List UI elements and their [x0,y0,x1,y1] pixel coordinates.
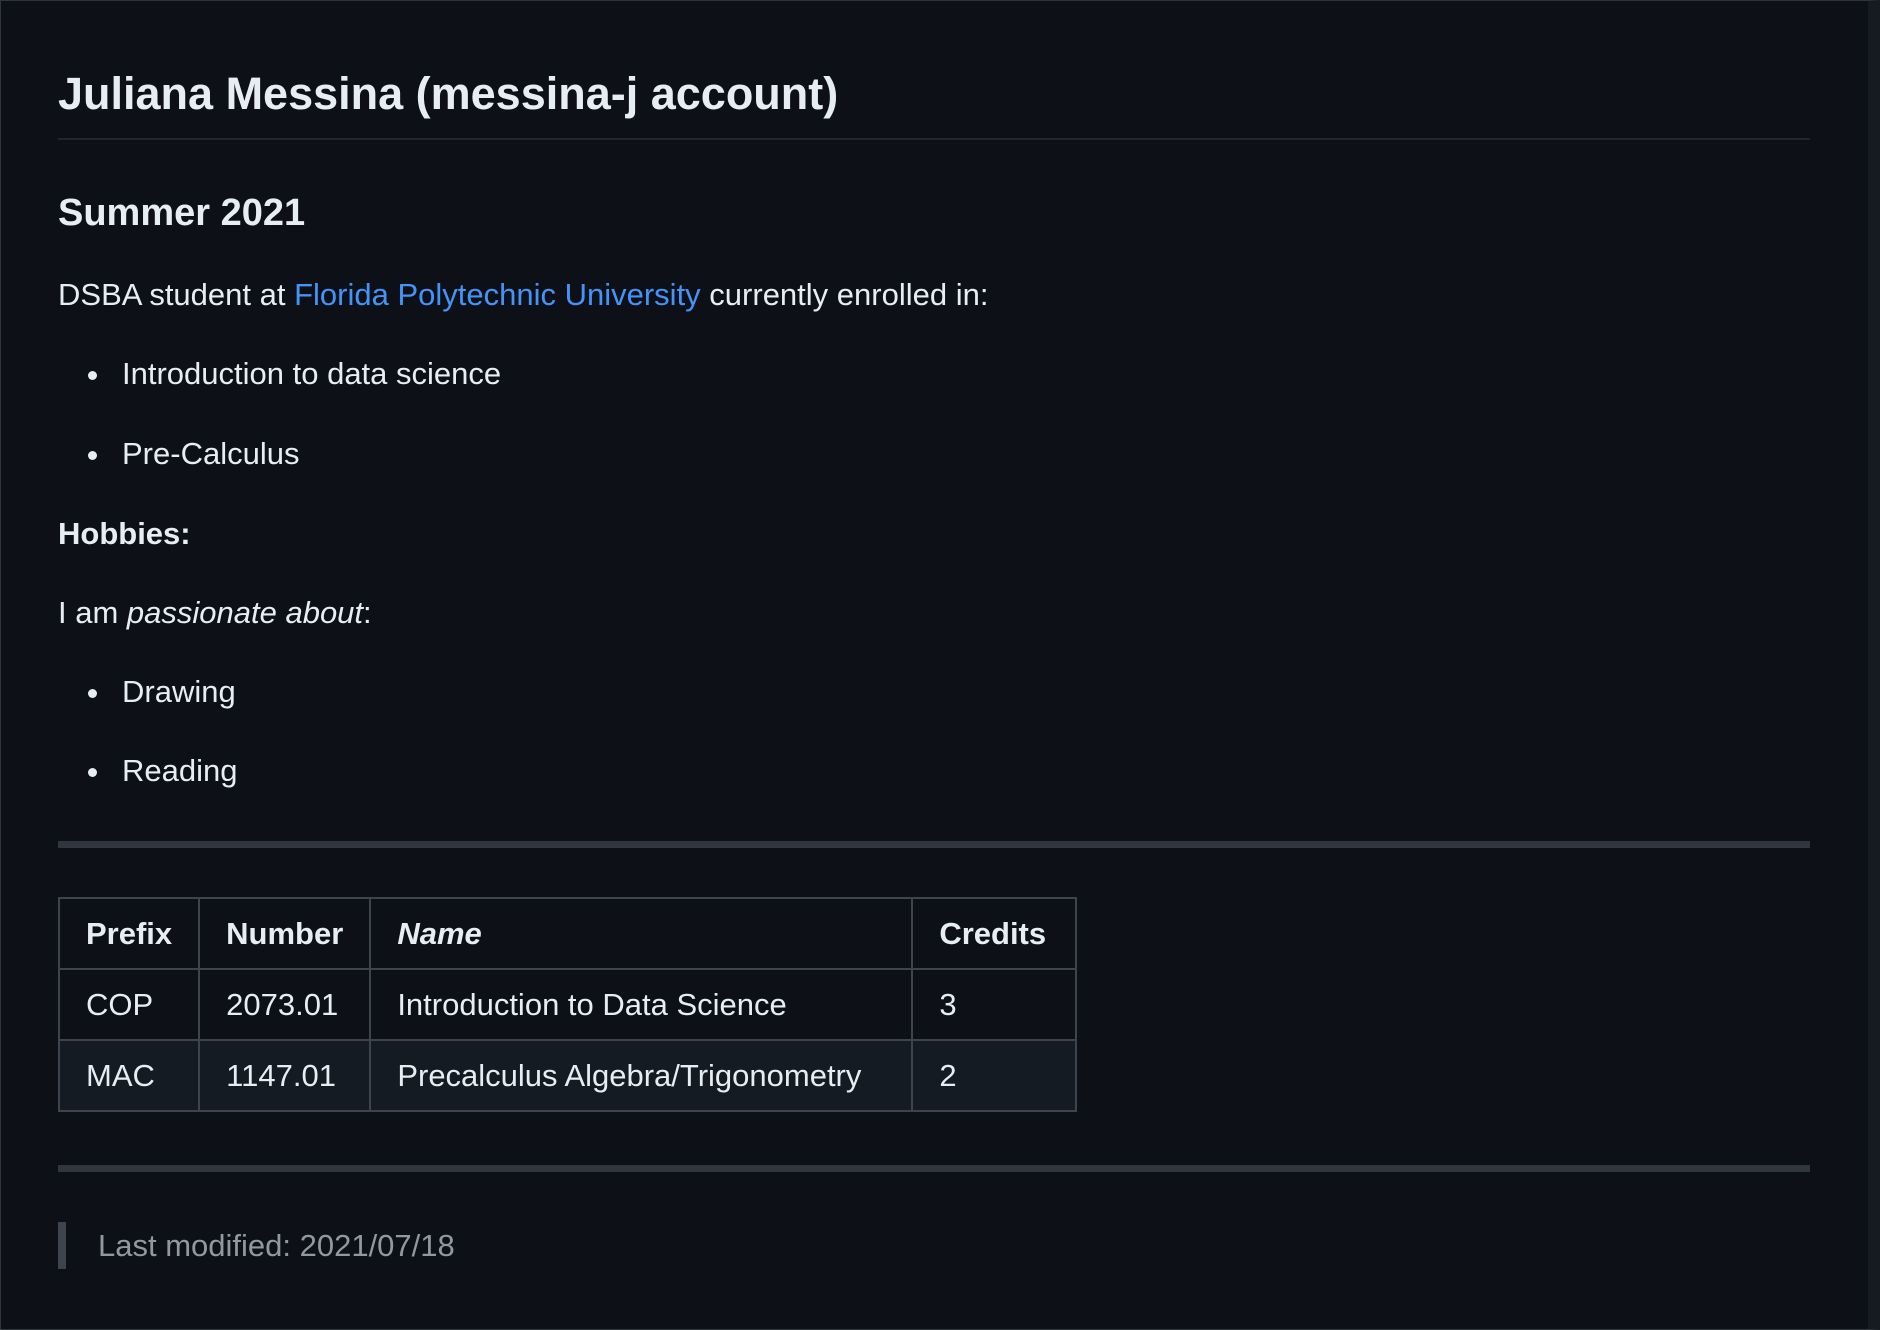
title-underline [58,138,1810,140]
table-row: MAC 1147.01 Precalculus Algebra/Trigonom… [57,1039,1078,1112]
hobbies-heading: Hobbies: [58,516,191,551]
courses-table: Prefix Number Name Credits COP 2073.01 I… [57,897,1078,1112]
cell-number: 2073.01 [198,968,372,1041]
passion-emphasis: passionate about [126,595,364,630]
cell-credits: 2 [911,1039,1078,1112]
term-heading: Summer 2021 [58,192,306,234]
header-name: Name [369,897,914,970]
last-modified-blockquote: Last modified: 2021/07/18 [58,1222,455,1269]
passion-paragraph: I am passionate about: [58,595,372,630]
cell-number: 1147.01 [198,1039,372,1112]
cell-name: Introduction to Data Science [369,968,914,1041]
table-header-row: Prefix Number Name Credits [57,897,1078,970]
cell-credits: 3 [911,968,1078,1041]
bullet-icon [88,371,97,380]
bullet-icon [88,689,97,698]
bullet-icon [88,768,97,777]
header-credits: Credits [911,897,1078,970]
readme-page: Juliana Messina (messina-j account) Summ… [0,0,1880,1330]
bullet-icon [88,451,97,460]
horizontal-rule [58,841,1810,848]
university-link[interactable]: Florida Polytechnic University [294,277,701,312]
page-title: Juliana Messina (messina-j account) [58,68,839,119]
cell-prefix: COP [57,968,201,1041]
intro-text-before: DSBA student at [58,277,295,312]
cell-prefix: MAC [57,1039,201,1112]
header-prefix: Prefix [57,897,201,970]
intro-paragraph: DSBA student at Florida Polytechnic Univ… [58,275,988,315]
header-number: Number [198,897,372,970]
intro-text-after: currently enrolled in: [700,277,989,312]
cell-name: Precalculus Algebra/Trigonometry [369,1039,914,1112]
horizontal-rule [58,1165,1810,1172]
table-row: COP 2073.01 Introduction to Data Science… [57,968,1078,1041]
